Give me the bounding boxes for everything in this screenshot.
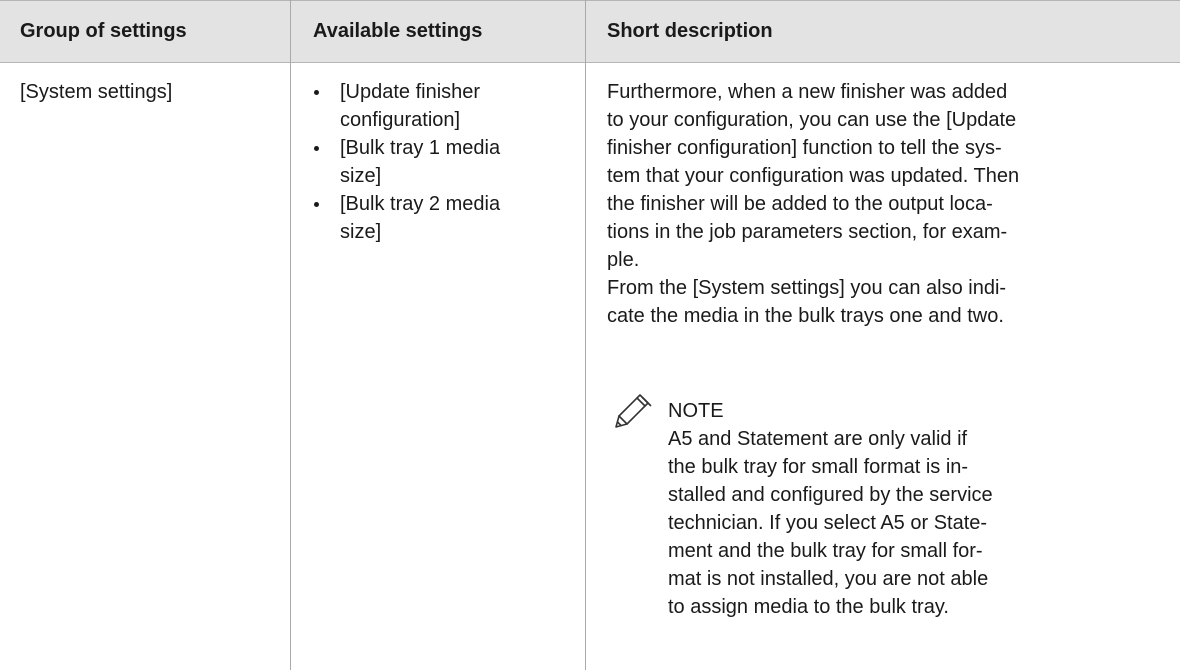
bullet-icon [314, 90, 319, 95]
bullet-icon [314, 146, 319, 151]
short-description: Furthermore, when a new finisher was add… [607, 78, 1167, 330]
note-line: stalled and configured by the service [668, 484, 993, 506]
list-item-line: configuration] [340, 109, 461, 131]
bullet-icon [314, 202, 319, 207]
description-line: the finisher will be added to the output… [607, 193, 993, 215]
note-body: A5 and Statement are only valid if the b… [668, 425, 1168, 621]
note-title: NOTE [668, 400, 724, 422]
pencil-note-icon [615, 394, 652, 428]
group-cell: [System settings] [20, 81, 173, 103]
list-item: [Bulk tray 1 media size] [313, 134, 583, 190]
description-line: to your configuration, you can use the [… [607, 109, 1017, 131]
list-item-line: size] [340, 165, 382, 187]
note-line: A5 and Statement are only valid if [668, 428, 968, 450]
description-line: Furthermore, when a new finisher was add… [607, 81, 1008, 103]
table-header-row: Group of settings Available settings Sho… [0, 0, 1180, 63]
list-item-line: size] [340, 221, 382, 243]
note-line: to assign media to the bulk tray. [668, 596, 949, 618]
note-line: the bulk tray for small format is in- [668, 456, 969, 478]
description-line: finisher configuration] function to tell… [607, 137, 1002, 159]
list-item-line: [Bulk tray 2 media [340, 193, 501, 215]
header-group-of-settings: Group of settings [20, 20, 187, 42]
column-divider [585, 0, 586, 670]
list-item-line: [Bulk tray 1 media [340, 137, 501, 159]
header-available-settings: Available settings [313, 20, 483, 42]
description-line: cate the media in the bulk trays one and… [607, 305, 1004, 327]
description-line: tions in the job parameters section, for… [607, 221, 1008, 243]
note-line: ment and the bulk tray for small for- [668, 540, 983, 562]
description-line: From the [System settings] you can also … [607, 277, 1007, 299]
column-divider [290, 0, 291, 670]
description-line: ple. [607, 249, 640, 271]
description-line: tem that your configuration was updated.… [607, 165, 1020, 187]
list-item: [Update finisher configuration] [313, 78, 583, 134]
note-line: technician. If you select A5 or State- [668, 512, 988, 534]
available-settings-list: [Update finisher configuration] [Bulk tr… [313, 78, 583, 246]
note-line: mat is not installed, you are not able [668, 568, 989, 590]
list-item-line: [Update finisher [340, 81, 481, 103]
header-short-description: Short description [607, 20, 773, 42]
list-item: [Bulk tray 2 media size] [313, 190, 583, 246]
settings-table: Group of settings Available settings Sho… [0, 0, 1180, 670]
